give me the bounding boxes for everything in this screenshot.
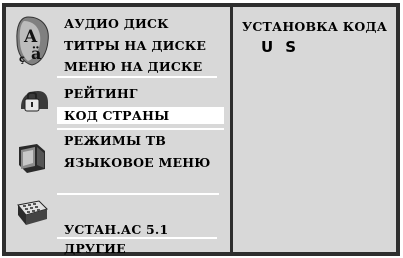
menu-item-country-code[interactable]: КОД СТРАНЫ bbox=[64, 108, 169, 123]
country-code-value[interactable]: U S bbox=[261, 38, 296, 56]
menu-item-speaker-setup[interactable]: УСТАН.АС 5.1 bbox=[64, 222, 168, 237]
separator bbox=[57, 193, 219, 195]
svg-text:ç: ç bbox=[19, 54, 25, 65]
code-char: U bbox=[261, 38, 274, 56]
menu-item-other[interactable]: ДРУГИЕ bbox=[64, 241, 126, 256]
menu-item-rating[interactable]: РЕЙТИНГ bbox=[64, 86, 138, 101]
menu-item-disc-menu[interactable]: МЕНЮ НА ДИСКЕ bbox=[64, 59, 202, 74]
separator bbox=[57, 128, 224, 130]
menu-item-menu-language[interactable]: ЯЗЫКОВОЕ МЕНЮ bbox=[64, 155, 211, 170]
svg-text:ä: ä bbox=[31, 44, 41, 63]
separator bbox=[57, 76, 217, 78]
detail-panel bbox=[233, 7, 396, 252]
code-char: S bbox=[285, 38, 296, 56]
language-icon: A ä ç bbox=[14, 15, 54, 71]
code-setup-title: УСТАНОВКА КОДА bbox=[242, 19, 388, 34]
keypad-icon bbox=[15, 199, 49, 231]
menu-item-audio-disc[interactable]: АУДИО ДИСК bbox=[64, 16, 169, 31]
menu-item-disc-subtitles[interactable]: ТИТРЫ НА ДИСКЕ bbox=[64, 38, 206, 53]
separator bbox=[57, 237, 217, 239]
tv-icon bbox=[15, 141, 49, 179]
lock-icon bbox=[16, 87, 50, 117]
menu-item-tv-modes[interactable]: РЕЖИМЫ ТВ bbox=[64, 133, 166, 148]
